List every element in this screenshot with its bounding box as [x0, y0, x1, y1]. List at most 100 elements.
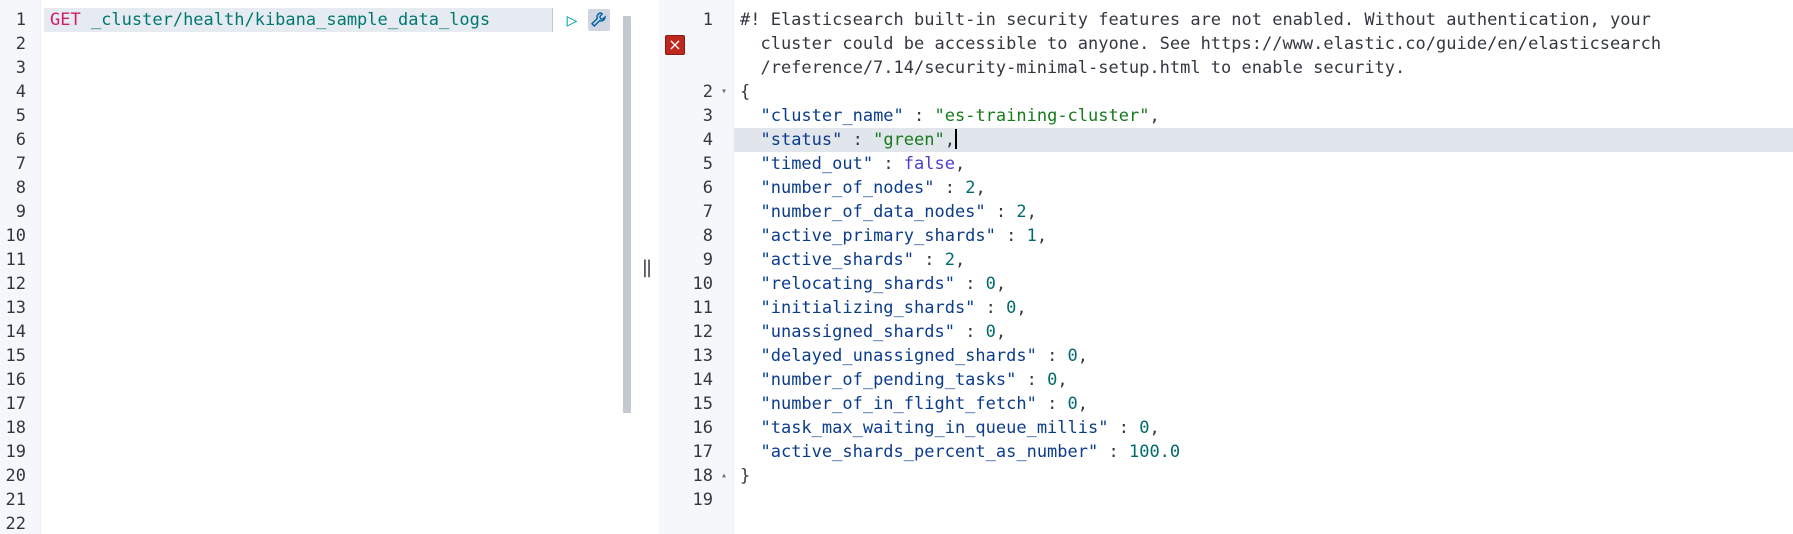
json-key: "active_shards": [760, 250, 915, 270]
json-field-line: "number_of_in_flight_fetch" : 0,: [760, 394, 1089, 414]
json-key: "active_primary_shards": [760, 226, 996, 246]
json-key: "timed_out": [760, 154, 874, 174]
json-value: 2: [944, 250, 955, 270]
close-brace-line: }: [740, 466, 751, 486]
json-value: 0: [1067, 346, 1078, 366]
line-number: 16: [692, 418, 713, 438]
json-key: "status": [760, 130, 843, 150]
request-editor[interactable]: 1 2 3 4 5 6 7 8 9 10 11 12 13 14 15 16 17 18 19 20 21 22 GET …: [0, 0, 623, 534]
json-field-line: "number_of_data_nodes" : 2,: [760, 202, 1037, 222]
warning-line: /reference/7.14/security-minimal-setup.h…: [740, 58, 1406, 78]
line-number: 8: [702, 226, 713, 246]
line-number: 1: [702, 10, 713, 30]
line-number: 4: [15, 82, 26, 102]
json-key: "delayed_unassigned_shards": [760, 346, 1037, 366]
request-actions: ▷: [562, 8, 610, 32]
json-field-line: "number_of_nodes" : 2,: [760, 178, 986, 198]
json-key: "number_of_nodes": [760, 178, 935, 198]
line-number: [659, 56, 713, 80]
json-field-line: "timed_out" : false,: [760, 154, 966, 174]
json-key: "cluster_name": [760, 106, 904, 126]
line-number: 10: [692, 274, 713, 294]
line-number: 21: [5, 490, 26, 510]
line-number: 19: [5, 442, 26, 462]
line-number: 12: [692, 322, 713, 342]
json-key: "unassigned_shards": [760, 322, 955, 342]
line-number: 16: [5, 370, 26, 390]
json-key: "number_of_in_flight_fetch": [760, 394, 1037, 414]
request-line-numbers: 1 2 3 4 5 6 7 8 9 10 11 12 13 14 15 16 17 18 19 20 21 22: [0, 8, 26, 534]
fold-close-icon[interactable]: ▴: [721, 464, 727, 488]
line-number: 5: [702, 154, 713, 174]
line-number: 11: [5, 250, 26, 270]
warning-line: #! Elasticsearch built-in security featu…: [740, 10, 1651, 30]
line-number: 4: [702, 130, 713, 150]
json-field-line: "delayed_unassigned_shards" : 0,: [760, 346, 1089, 366]
response-code[interactable]: #! Elasticsearch built-in security featu…: [740, 8, 1793, 488]
line-number: 14: [692, 370, 713, 390]
response-line-numbers: 1 2 ▾ 3 4 5 6 7 8 9 10 11 12 13 14 15 16 17 18 ▴ 19: [659, 8, 727, 512]
request-line[interactable]: GET _cluster/health/kibana_sample_data_l…: [50, 8, 623, 32]
wrench-icon[interactable]: [588, 9, 610, 31]
line-number: 18 ▴: [692, 466, 727, 486]
line-number: 17: [692, 442, 713, 462]
json-value: 0: [985, 322, 996, 342]
line-number: 22: [5, 514, 26, 534]
json-value: 0: [985, 274, 996, 294]
open-brace-line: {: [740, 82, 751, 102]
request-gutter: 1 2 3 4 5 6 7 8 9 10 11 12 13 14 15 16 17 18 19 20 21 22: [0, 0, 41, 534]
line-number: 6: [702, 178, 713, 198]
line-number: 8: [15, 178, 26, 198]
json-key: "task_max_waiting_in_queue_millis": [760, 418, 1109, 438]
play-icon[interactable]: ▷: [562, 10, 582, 31]
text-cursor: [955, 129, 957, 149]
warning-line: cluster could be accessible to anyone. S…: [740, 34, 1662, 54]
line-number: 17: [5, 394, 26, 414]
json-field-line: "unassigned_shards" : 0,: [760, 322, 1007, 342]
close-icon[interactable]: ×: [665, 35, 685, 55]
json-field-line: "number_of_pending_tasks" : 0,: [760, 370, 1068, 390]
line-number: 3: [15, 58, 26, 78]
json-value: 100.0: [1128, 442, 1181, 462]
line-number: 18: [5, 418, 26, 438]
json-value: "es-training-cluster": [934, 106, 1150, 126]
json-field-line: "status" : "green",: [760, 129, 957, 150]
request-code[interactable]: GET _cluster/health/kibana_sample_data_l…: [50, 8, 623, 32]
request-scrollbar[interactable]: [623, 16, 631, 413]
response-gutter: 1 2 ▾ 3 4 5 6 7 8 9 10 11 12 13 14 15 16 17 18 ▴ 19 ×: [659, 0, 734, 534]
line-number: 2 ▾: [702, 82, 727, 102]
fold-open-icon[interactable]: ▾: [721, 80, 727, 104]
pane-resizer[interactable]: ||: [636, 0, 656, 534]
resizer-handle-icon: ||: [641, 256, 652, 278]
line-number: 3: [702, 106, 713, 126]
line-number: 5: [15, 106, 26, 126]
json-value: false: [903, 154, 955, 174]
json-key: "relocating_shards": [760, 274, 955, 294]
json-field-line: "relocating_shards" : 0,: [760, 274, 1007, 294]
line-number: 12: [5, 274, 26, 294]
json-key: "initializing_shards": [760, 298, 976, 318]
line-number: 15: [5, 346, 26, 366]
json-field-line: "active_shards" : 2,: [760, 250, 966, 270]
response-viewer[interactable]: 1 2 ▾ 3 4 5 6 7 8 9 10 11 12 13 14 15 16 17 18 ▴ 19 × #! Ela…: [659, 0, 1793, 534]
json-field-line: "active_primary_shards" : 1,: [760, 226, 1048, 246]
line-number: 19: [692, 490, 713, 510]
line-number: 2: [15, 34, 26, 54]
line-number: 7: [15, 154, 26, 174]
json-field-line: "task_max_waiting_in_queue_millis" : 0,: [760, 418, 1160, 438]
line-number: 7: [702, 202, 713, 222]
line-number: 14: [5, 322, 26, 342]
line-number: 13: [692, 346, 713, 366]
json-value: 0: [1139, 418, 1150, 438]
json-value: 2: [1016, 202, 1027, 222]
line-number: 15: [692, 394, 713, 414]
json-value: 0: [1006, 298, 1017, 318]
line-number: 13: [5, 298, 26, 318]
line-number: 1: [15, 10, 26, 30]
line-number: 6: [15, 130, 26, 150]
json-key: "active_shards_percent_as_number": [760, 442, 1099, 462]
json-field-line: "initializing_shards" : 0,: [760, 298, 1027, 318]
json-key: "number_of_pending_tasks": [760, 370, 1017, 390]
json-field-line: "cluster_name" : "es-training-cluster",: [760, 106, 1160, 126]
line-number: 10: [5, 226, 26, 246]
